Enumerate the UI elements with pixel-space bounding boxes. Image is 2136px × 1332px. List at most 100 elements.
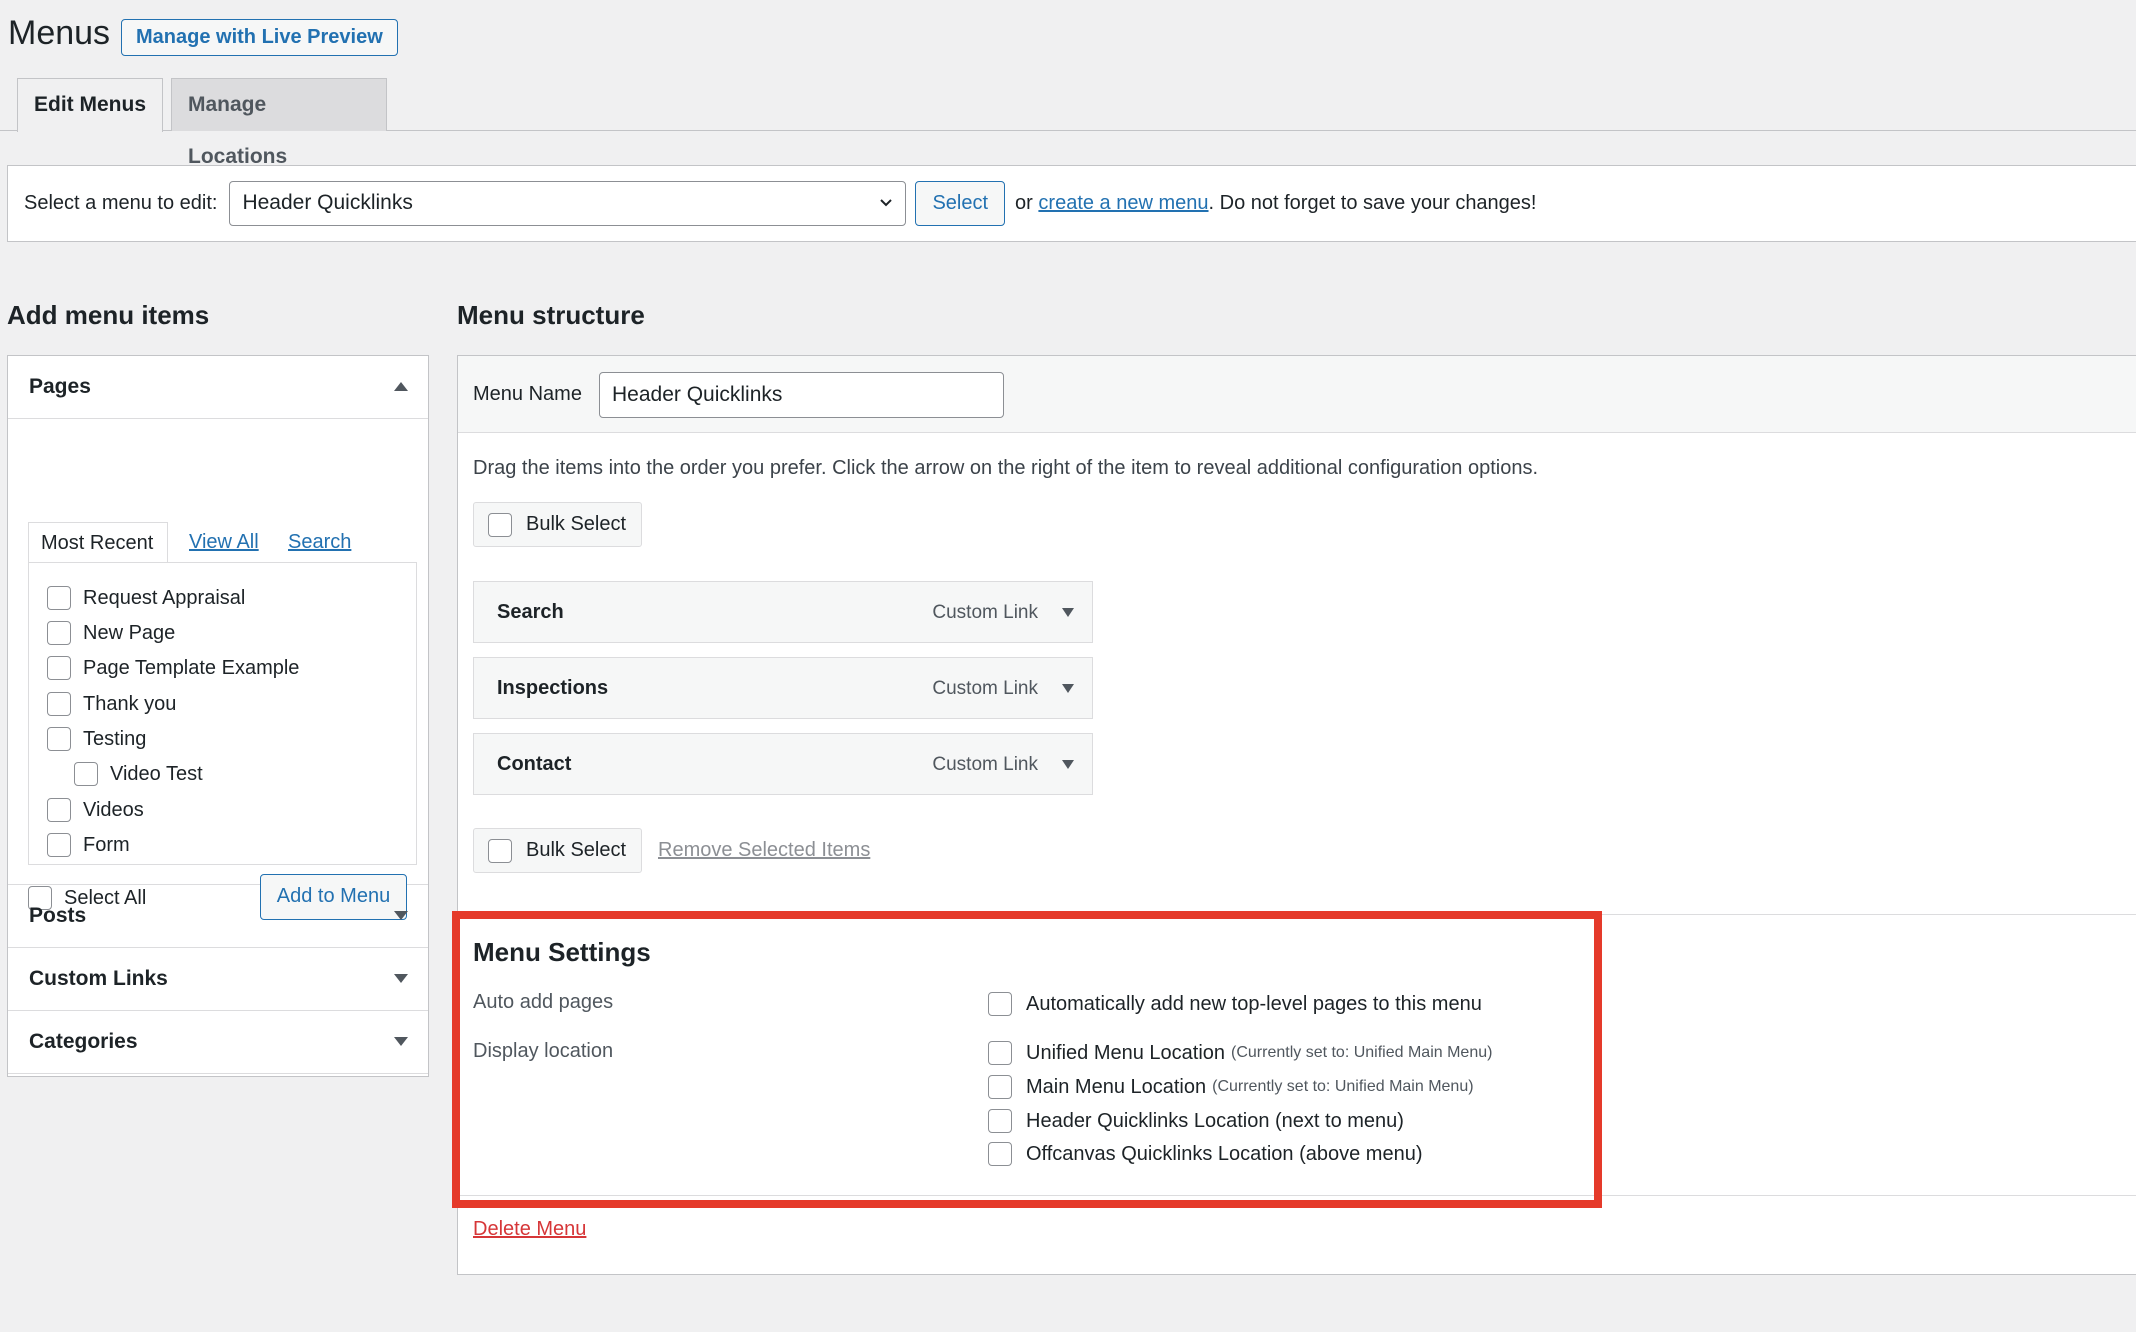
expand-arrow-icon[interactable] xyxy=(1062,608,1074,617)
location-option-unified[interactable]: Unified Menu Location (Currently set to: … xyxy=(988,1040,1492,1066)
remove-selected-items-link[interactable]: Remove Selected Items xyxy=(658,839,870,862)
location-option-main[interactable]: Main Menu Location (Currently set to: Uni… xyxy=(988,1074,1474,1100)
menu-select-value: Header Quicklinks xyxy=(242,191,413,214)
bulk-select-label: Bulk Select xyxy=(526,513,627,535)
menu-select-dropdown[interactable]: Header Quicklinks xyxy=(229,181,907,226)
custom-links-section-header[interactable]: Custom Links xyxy=(8,948,428,1011)
list-item[interactable]: Form xyxy=(47,832,130,858)
menu-item-type: Custom Link xyxy=(932,754,1038,775)
checkbox[interactable] xyxy=(988,1075,1012,1099)
list-item[interactable]: Request Appraisal xyxy=(47,585,245,611)
checkbox[interactable] xyxy=(488,838,512,863)
expand-arrow-icon xyxy=(394,911,408,920)
collapse-arrow-icon xyxy=(394,382,408,391)
menu-structure-panel: Menu Name Header Quicklinks Drag the ite… xyxy=(457,355,2136,1275)
chevron-down-icon xyxy=(880,199,893,207)
list-item[interactable]: Testing xyxy=(47,726,146,752)
page-label: Thank you xyxy=(83,692,177,715)
checkbox[interactable] xyxy=(47,727,71,751)
display-location-label: Display location xyxy=(473,1040,614,1062)
pages-section-body: Most Recent View All Search Request Appr… xyxy=(8,419,428,920)
pages-section-title: Pages xyxy=(29,375,91,398)
expand-arrow-icon[interactable] xyxy=(1062,684,1074,693)
pages-checklist: Request Appraisal New Page Page Template… xyxy=(28,562,417,865)
menu-item-title: Inspections xyxy=(497,677,609,699)
checkbox[interactable] xyxy=(988,1109,1012,1133)
list-item[interactable]: Thank you xyxy=(47,691,176,717)
expand-arrow-icon xyxy=(394,1037,408,1046)
tab-most-recent[interactable]: Most Recent xyxy=(28,522,168,563)
nav-tabs: Edit Menus Manage Locations xyxy=(0,78,2136,168)
posts-section-title: Posts xyxy=(29,904,87,927)
create-new-menu-link[interactable]: create a new menu xyxy=(1038,192,1208,214)
auto-add-pages-option[interactable]: Automatically add new top-level pages to… xyxy=(988,991,1482,1017)
tab-manage-locations[interactable]: Manage Locations xyxy=(171,78,387,168)
select-menu-button[interactable]: Select xyxy=(915,181,1006,226)
categories-section-title: Categories xyxy=(29,1030,138,1053)
option-note: (Currently set to: Unified Main Menu) xyxy=(1212,1078,1474,1095)
page-label: Page Template Example xyxy=(83,656,300,679)
expand-arrow-icon[interactable] xyxy=(1062,760,1074,769)
menu-item-type: Custom Link xyxy=(932,602,1038,623)
checkbox[interactable] xyxy=(47,692,71,716)
checkbox[interactable] xyxy=(488,512,512,537)
checkbox[interactable] xyxy=(47,798,71,822)
page-title: Menus xyxy=(8,14,111,52)
list-item[interactable]: New Page xyxy=(47,620,175,646)
add-menu-items-panel: Pages Most Recent View All Search Reques… xyxy=(7,355,429,1077)
manage-live-preview-button[interactable]: Manage with Live Preview xyxy=(121,19,398,56)
page-label: New Page xyxy=(83,621,176,644)
menu-item-contact[interactable]: Contact Custom Link xyxy=(473,733,1093,795)
menu-settings: Menu Settings Auto add pages Automatical… xyxy=(458,914,2136,1196)
location-option-offcanvas-quicklinks[interactable]: Offcanvas Quicklinks Location (above men… xyxy=(988,1141,1423,1167)
posts-section-header[interactable]: Posts xyxy=(8,885,428,948)
list-item[interactable]: Videos xyxy=(47,797,144,823)
tab-view-all[interactable]: View All xyxy=(189,522,259,563)
menu-item-title: Contact xyxy=(497,753,572,775)
menu-settings-title: Menu Settings xyxy=(473,937,651,967)
save-reminder-text: . Do not forget to save your changes! xyxy=(1208,192,1537,214)
menu-name-row: Menu Name Header Quicklinks xyxy=(458,356,2136,433)
expand-arrow-icon xyxy=(394,974,408,983)
checkbox[interactable] xyxy=(47,833,71,857)
list-item[interactable]: Video Test xyxy=(74,761,203,787)
auto-add-pages-label: Auto add pages xyxy=(473,991,614,1013)
page-label: Videos xyxy=(83,798,144,821)
menu-name-input[interactable]: Header Quicklinks xyxy=(599,372,1004,418)
delete-menu-link[interactable]: Delete Menu xyxy=(473,1218,586,1241)
categories-section-header[interactable]: Categories xyxy=(8,1011,428,1074)
option-label: Main Menu Location xyxy=(1026,1075,1207,1098)
checkbox[interactable] xyxy=(988,1142,1012,1166)
select-menu-label: Select a menu to edit: xyxy=(24,192,218,214)
custom-links-section-title: Custom Links xyxy=(29,967,168,990)
option-label: Offcanvas Quicklinks Location (above men… xyxy=(1026,1142,1423,1165)
checkbox[interactable] xyxy=(74,762,98,786)
menu-select-bar: Select a menu to edit: Header Quicklinks… xyxy=(7,165,2136,242)
option-label: Automatically add new top-level pages to… xyxy=(1026,992,1482,1015)
menu-item-inspections[interactable]: Inspections Custom Link xyxy=(473,657,1093,719)
bulk-select-bottom[interactable]: Bulk Select xyxy=(473,828,642,873)
page-label: Testing xyxy=(83,727,147,750)
location-option-header-quicklinks[interactable]: Header Quicklinks Location (next to menu… xyxy=(988,1108,1404,1134)
checkbox[interactable] xyxy=(47,656,71,680)
menu-item-search[interactable]: Search Custom Link xyxy=(473,581,1093,643)
bulk-select-top[interactable]: Bulk Select xyxy=(473,502,642,547)
checkbox[interactable] xyxy=(988,992,1012,1016)
tab-edit-menus[interactable]: Edit Menus xyxy=(17,78,163,132)
bulk-select-label: Bulk Select xyxy=(526,839,627,861)
menu-instructions: Drag the items into the order you prefer… xyxy=(473,457,1539,479)
option-label: Unified Menu Location xyxy=(1026,1041,1226,1064)
select-menu-hint: or create a new menu. Do not forget to s… xyxy=(1015,192,1536,215)
list-item[interactable]: Page Template Example xyxy=(47,655,299,681)
option-label: Header Quicklinks Location (next to menu… xyxy=(1026,1109,1404,1132)
checkbox[interactable] xyxy=(47,586,71,610)
page-label: Request Appraisal xyxy=(83,586,246,609)
option-note: (Currently set to: Unified Main Menu) xyxy=(1231,1044,1493,1061)
checkbox[interactable] xyxy=(988,1041,1012,1065)
menu-item-title: Search xyxy=(497,601,564,623)
page-label: Form xyxy=(83,833,130,856)
menu-name-label: Menu Name xyxy=(473,383,582,405)
tab-search[interactable]: Search xyxy=(288,522,351,563)
pages-section-header[interactable]: Pages xyxy=(8,356,428,419)
checkbox[interactable] xyxy=(47,621,71,645)
